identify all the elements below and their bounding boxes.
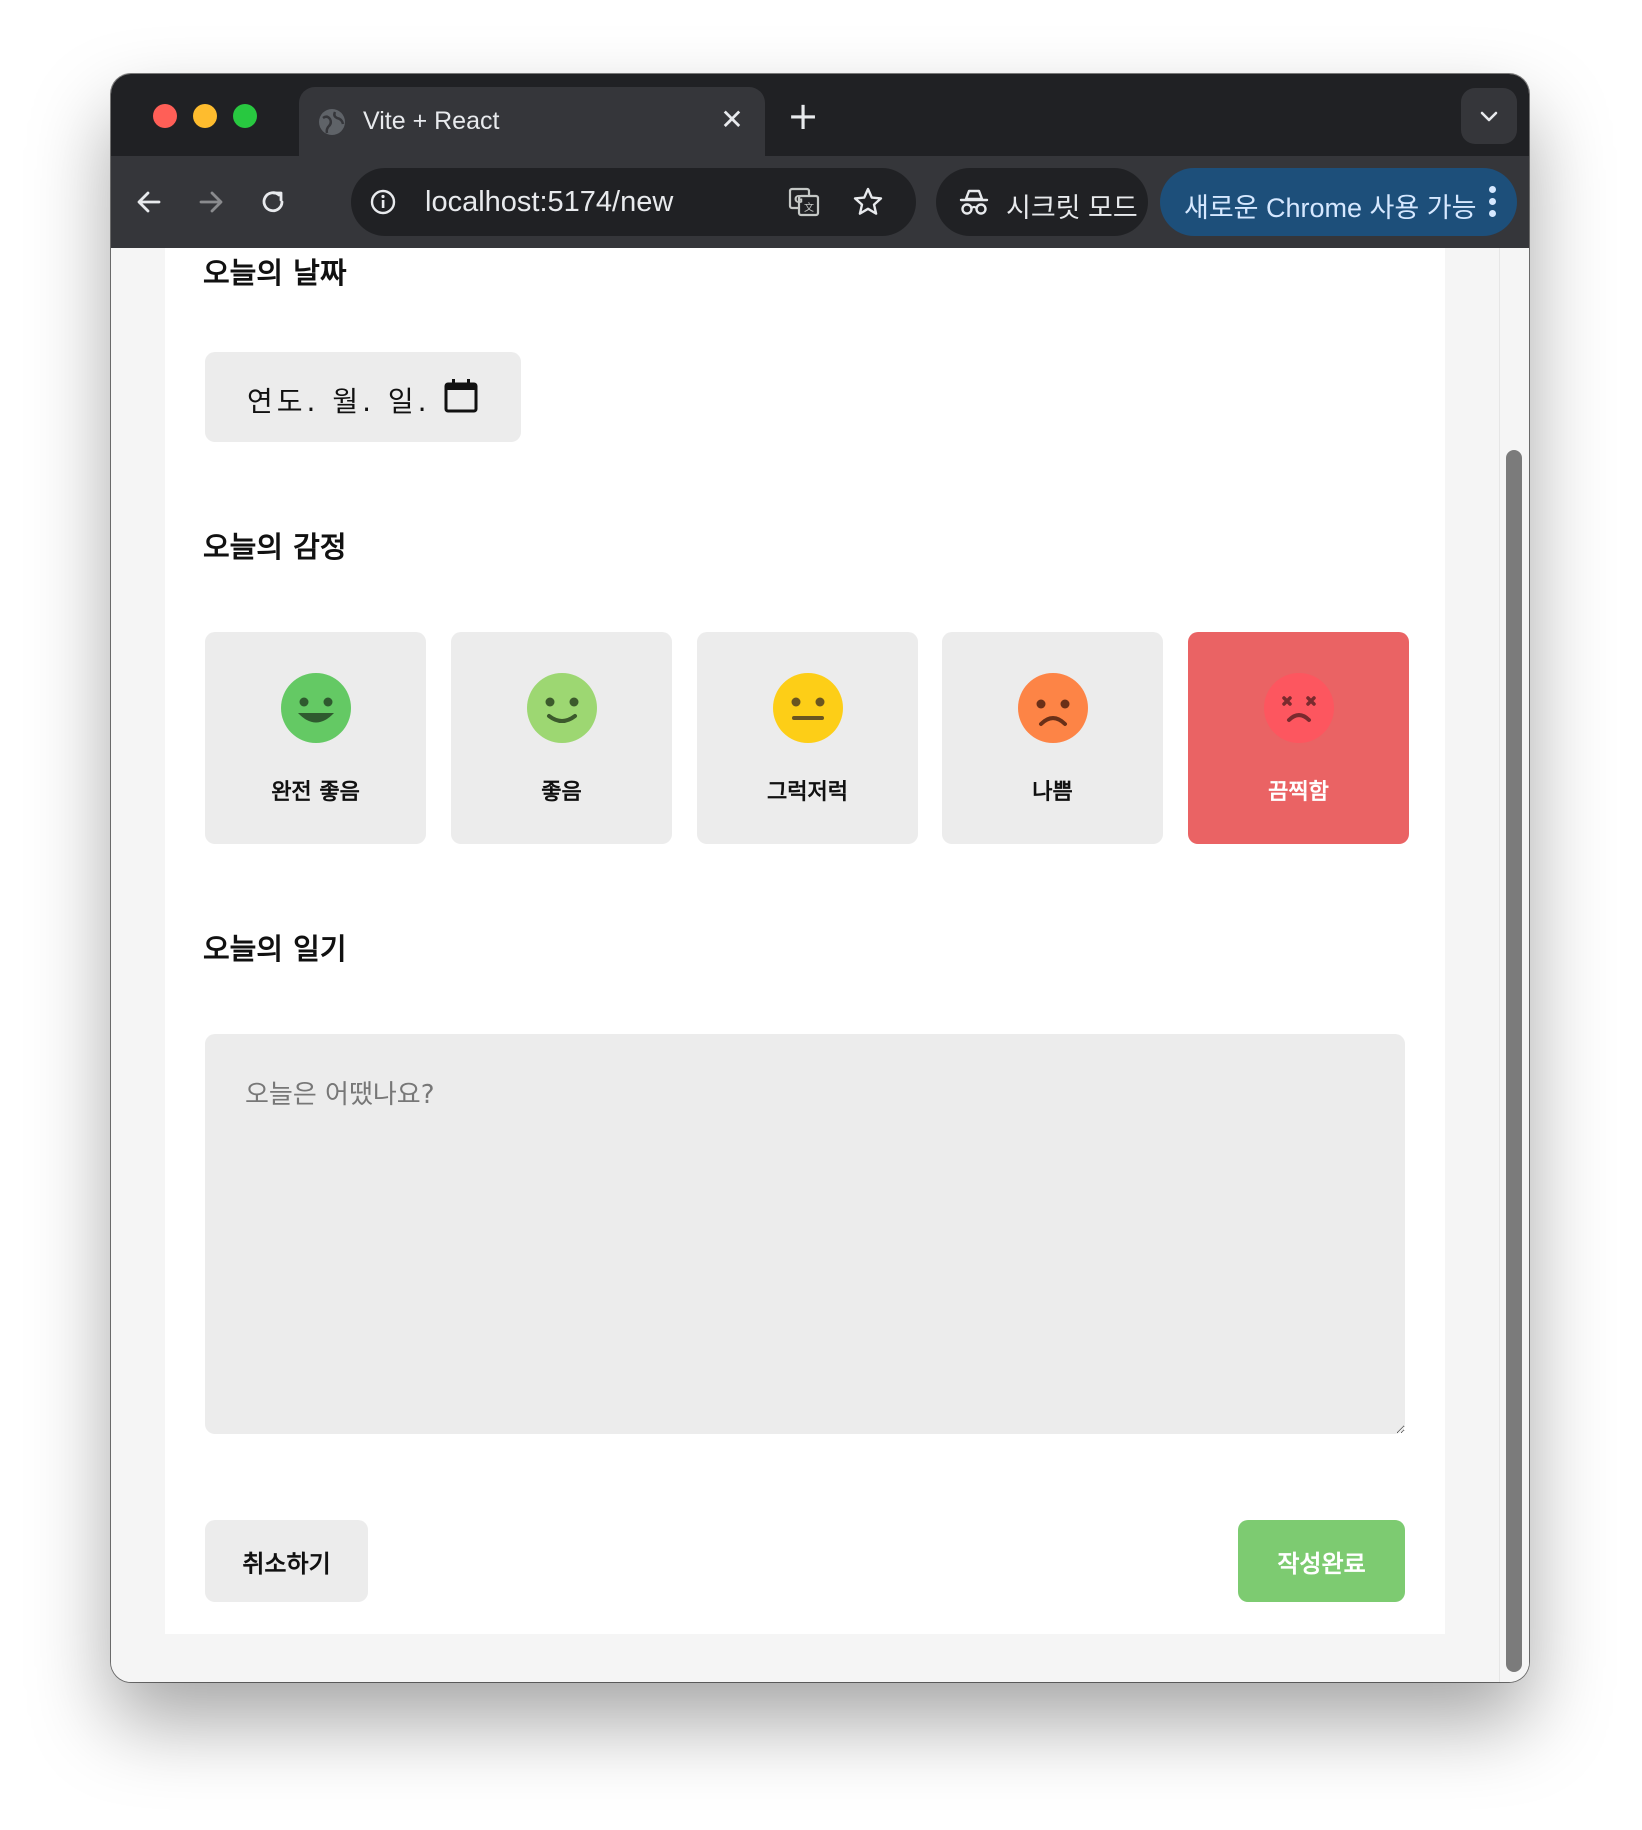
back-arrow-icon[interactable] [131, 184, 167, 220]
tab-search-button[interactable] [1461, 88, 1517, 144]
update-label: 새로운 Chrome 사용 가능 [1184, 193, 1477, 223]
emotion-item-terrible[interactable]: 끔찍함 [1188, 632, 1409, 844]
grinning-face-icon [281, 673, 351, 743]
scrollbar-thumb[interactable] [1506, 450, 1522, 1672]
incognito-label: 시크릿 모드 [1006, 193, 1138, 223]
calendar-icon[interactable] [443, 378, 479, 414]
title-bar: Vite + React ✕ + [111, 74, 1529, 156]
chrome-update-button[interactable]: 새로운 Chrome 사용 가능 [1160, 168, 1517, 236]
close-window-button[interactable] [153, 104, 177, 128]
emotion-item-bad[interactable]: 나쁨 [942, 632, 1163, 844]
site-info-icon[interactable] [369, 188, 397, 216]
incognito-icon [959, 189, 989, 215]
emotion-item-soso[interactable]: 그럭저럭 [697, 632, 918, 844]
emotion-item-great[interactable]: 완전 좋음 [205, 632, 426, 844]
translate-icon[interactable]: G 文 [788, 186, 820, 218]
neutral-face-icon [773, 673, 843, 743]
more-menu-icon[interactable] [1489, 186, 1499, 218]
url-text: localhost:5174/new [425, 186, 674, 218]
minimize-window-button[interactable] [193, 104, 217, 128]
incognito-indicator[interactable]: 시크릿 모드 [936, 168, 1148, 236]
emotion-label: 좋음 [541, 780, 582, 805]
emotion-section-title: 오늘의 감정 [203, 530, 347, 564]
globe-icon [319, 109, 345, 135]
maximize-window-button[interactable] [233, 104, 257, 128]
submit-button[interactable]: 작성완료 [1238, 1520, 1405, 1602]
browser-window: Vite + React ✕ + localhost:5174/new G 文 … [111, 74, 1529, 1682]
dizzy-face-icon [1264, 673, 1334, 743]
emotion-label: 끔찍함 [1268, 780, 1329, 805]
emotion-item-good[interactable]: 좋음 [451, 632, 672, 844]
date-section-title: 오늘의 날짜 [203, 256, 347, 290]
diary-textarea[interactable] [205, 1034, 1405, 1434]
date-placeholder: 연도. 월. 일. [247, 385, 431, 418]
close-icon[interactable]: ✕ [717, 105, 747, 135]
svg-text:G: G [794, 193, 803, 206]
new-tab-button[interactable]: + [783, 97, 823, 138]
chevron-down-icon [1480, 111, 1498, 122]
emotion-label: 나쁨 [1032, 780, 1073, 805]
cancel-button[interactable]: 취소하기 [205, 1520, 368, 1602]
forward-arrow-icon[interactable] [193, 184, 229, 220]
svg-text:文: 文 [804, 201, 814, 214]
frowning-face-icon [1018, 673, 1088, 743]
tab-title: Vite + React [363, 107, 500, 135]
address-bar[interactable]: localhost:5174/new G 文 [351, 168, 916, 236]
editor-page: 오늘의 날짜 연도. 월. 일. 오늘의 감정 완전 좋음 좋음 그럭저럭 나쁨… [165, 248, 1445, 1634]
browser-toolbar: localhost:5174/new G 文 시크릿 모드 새로운 Chrome… [111, 156, 1529, 248]
bookmark-star-icon[interactable] [851, 185, 885, 219]
page-viewport: 오늘의 날짜 연도. 월. 일. 오늘의 감정 완전 좋음 좋음 그럭저럭 나쁨… [111, 248, 1529, 1682]
browser-tab[interactable]: Vite + React ✕ [299, 87, 765, 156]
reload-icon[interactable] [255, 184, 291, 220]
emotion-label: 완전 좋음 [271, 780, 360, 805]
date-input[interactable]: 연도. 월. 일. [205, 352, 521, 442]
smiling-face-icon [527, 673, 597, 743]
diary-section-title: 오늘의 일기 [203, 932, 347, 966]
scrollbar-track[interactable] [1499, 248, 1529, 1682]
emotion-label: 그럭저럭 [767, 780, 848, 805]
